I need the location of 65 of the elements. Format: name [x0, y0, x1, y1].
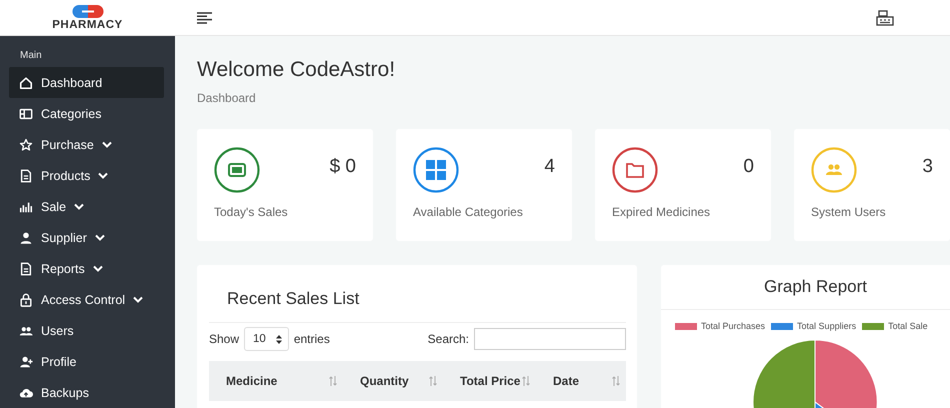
updown-icon	[276, 334, 282, 344]
panel-title: Recent Sales List	[209, 265, 626, 323]
sidebar-item-label: Dashboard	[41, 76, 102, 90]
sidebar-item-label: Products	[41, 168, 90, 182]
stat-value: $ 0	[330, 156, 356, 178]
sort-icon[interactable]	[612, 376, 620, 386]
columns-icon	[19, 106, 33, 120]
sidebar-item[interactable]: Access Control	[9, 284, 164, 315]
column-header[interactable]: Quantity	[360, 374, 409, 388]
stat-value: 0	[743, 156, 754, 178]
column-header[interactable]: Total Price	[460, 374, 520, 388]
cash-register-icon[interactable]	[876, 10, 894, 26]
star-icon	[19, 138, 33, 152]
stat-label: Today's Sales	[214, 205, 289, 219]
sidebar-item-label: Supplier	[41, 230, 87, 244]
legend-label[interactable]: Total Sale	[888, 321, 928, 331]
sidebar-item[interactable]: Sale	[9, 191, 164, 222]
sidebar-item-label: Sale	[41, 200, 66, 214]
sidebar-item[interactable]: Users	[9, 315, 164, 346]
sidebar-item[interactable]: Products	[9, 160, 164, 191]
sort-icon[interactable]	[329, 376, 337, 386]
menu-icon[interactable]	[197, 12, 212, 24]
legend-label[interactable]: Total Purchases	[701, 321, 766, 331]
user-icon	[19, 230, 33, 244]
sidebar-item-label: Profile	[41, 354, 76, 368]
stat-value: 4	[544, 156, 555, 178]
search-field[interactable]	[474, 328, 626, 350]
sidebar-item[interactable]: Categories	[9, 98, 164, 129]
sidebar-item-label: Reports	[41, 262, 85, 276]
home-icon	[19, 76, 33, 90]
show-label: Show	[209, 332, 240, 346]
document-icon	[19, 168, 33, 182]
logo-text: PHARMACY	[52, 19, 123, 31]
stat-value: 3	[922, 156, 933, 178]
legend-label[interactable]: Total Suppliers	[797, 321, 856, 331]
sidebar-item-label: Categories	[41, 106, 102, 120]
section-label: Main	[19, 49, 43, 63]
sidebar-item-label: Purchase	[41, 138, 94, 152]
sidebar-item[interactable]: Dashboard	[9, 67, 164, 98]
page-title: Welcome CodeAstro!	[197, 58, 396, 82]
capsule-logo-icon	[70, 4, 104, 19]
sidebar-item-label: Backups	[41, 386, 89, 400]
sidebar-item[interactable]: Purchase	[9, 129, 164, 160]
sort-icon[interactable]	[429, 376, 437, 386]
stat-label: Available Categories	[413, 205, 524, 219]
search-label: Search:	[428, 332, 469, 346]
sidebar-item-label: Access Control	[41, 292, 126, 306]
bar-chart-icon	[19, 200, 33, 214]
column-header[interactable]: Date	[553, 374, 580, 388]
sidebar-item[interactable]: Supplier	[9, 222, 164, 253]
page-size-select[interactable]: 10	[244, 327, 289, 351]
stat-label: System Users	[811, 205, 887, 219]
sidebar-item[interactable]: Backups	[9, 377, 164, 408]
entries-label: entries	[294, 332, 330, 346]
lock-icon	[19, 292, 33, 306]
sidebar-item-label: Users	[41, 324, 74, 338]
user-plus-icon	[19, 354, 33, 368]
sidebar-item[interactable]: Profile	[9, 346, 164, 377]
stat-label: Expired Medicines	[612, 205, 712, 219]
breadcrumb[interactable]: Dashboard	[197, 91, 950, 105]
panel-title: Graph Report	[661, 265, 950, 310]
sort-icon[interactable]	[522, 376, 530, 386]
sidebar-item[interactable]: Reports	[9, 253, 164, 284]
column-header[interactable]: Medicine	[226, 374, 278, 388]
document-icon	[19, 262, 33, 276]
